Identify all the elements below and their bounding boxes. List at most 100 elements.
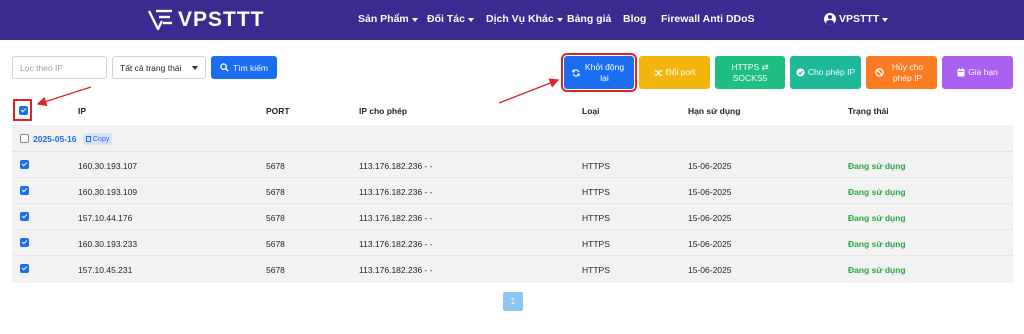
chevron-down-icon	[556, 18, 563, 22]
status-badge: Đang sử dụng	[848, 187, 906, 197]
shuffle-icon	[654, 69, 663, 76]
status-badge: Đang sử dụng	[848, 265, 906, 275]
cell-ip: 160.30.193.107	[78, 161, 138, 171]
cell-type: HTTPS	[582, 187, 610, 197]
check-circle-icon	[796, 68, 805, 77]
row-checkbox[interactable]	[20, 160, 29, 169]
logo-text: VPSTTT	[178, 8, 265, 31]
cell-expiry: 15-06-2025	[688, 161, 732, 171]
cell-port: 5678	[266, 187, 285, 197]
cell-allowed-ip: 113.176.182.236 - -	[359, 239, 433, 249]
search-button-label: Tìm kiếm	[233, 62, 268, 73]
cell-port: 5678	[266, 239, 285, 249]
change-port-button-label: Đổi port	[665, 67, 696, 77]
nav-item-label: Đối Tác	[427, 13, 465, 25]
annotation-arrow-select-all	[36, 86, 92, 107]
table-row[interactable]: 157.10.44.176 5678 113.176.182.236 - - H…	[12, 204, 1013, 230]
chevron-down-icon	[411, 18, 418, 22]
search-button[interactable]: Tìm kiếm	[211, 56, 277, 79]
renew-button-label: Gia hạn	[968, 67, 998, 77]
status-select-value: Tất cả trạng thái	[120, 62, 182, 73]
row-checkbox[interactable]	[20, 238, 29, 247]
ip-filter-input[interactable]	[12, 56, 107, 79]
cancel-allow-ip-button-label: Hủy cho phép IP	[891, 61, 924, 83]
cell-expiry: 15-06-2025	[688, 213, 732, 223]
nav-item-pricing[interactable]: Bảng giá	[567, 13, 611, 25]
cell-port: 5678	[266, 213, 285, 223]
column-header-expiry[interactable]: Hạn sử dụng	[688, 106, 740, 116]
nav-item-label: Bảng giá	[567, 13, 612, 25]
column-header-ip[interactable]: IP	[78, 106, 86, 116]
change-port-button[interactable]: Đổi port	[639, 56, 710, 89]
calendar-icon	[957, 68, 965, 77]
chevron-down-icon	[467, 18, 474, 22]
date-group-row: 2025-05-16 Copy	[12, 125, 1013, 152]
cell-allowed-ip: 113.176.182.236 - -	[359, 161, 433, 171]
status-filter-select[interactable]: Tất cả trạng thái	[112, 56, 206, 79]
cancel-allow-ip-button[interactable]: Hủy cho phép IP	[866, 56, 937, 89]
select-all-checkbox[interactable]	[19, 106, 28, 115]
nav-item-label: Firewall Anti DDoS	[661, 13, 755, 25]
column-header-type[interactable]: Loại	[582, 106, 599, 116]
nav-item-blog[interactable]: Blog	[623, 13, 646, 25]
nav-item-firewall[interactable]: Firewall Anti DDoS	[661, 13, 755, 25]
cell-allowed-ip: 113.176.182.236 - -	[359, 187, 433, 197]
nav-item-other-services[interactable]: Dịch Vụ Khác	[486, 13, 563, 25]
cell-ip: 157.10.44.176	[78, 213, 133, 223]
group-checkbox[interactable]	[20, 134, 29, 143]
nav-item-label: Sản Phẩm	[358, 13, 409, 25]
cell-type: HTTPS	[582, 265, 610, 275]
copy-icon	[86, 136, 91, 142]
status-badge: Đang sử dụng	[848, 213, 906, 223]
user-menu[interactable]: VPSTTT	[824, 13, 889, 25]
copy-button[interactable]: Copy	[83, 133, 113, 145]
cell-type: HTTPS	[582, 239, 610, 249]
table-row[interactable]: 157.10.45.231 5678 113.176.182.236 - - H…	[12, 256, 1013, 282]
cell-expiry: 15-06-2025	[688, 187, 732, 197]
https-socks-button-label: HTTPS ⇄ SOCKS5	[731, 61, 769, 83]
table-row[interactable]: 160.30.193.233 5678 113.176.182.236 - - …	[12, 230, 1013, 256]
cell-ip: 160.30.193.233	[78, 239, 138, 249]
logo-icon	[148, 9, 172, 31]
group-date: 2025-05-16	[33, 134, 77, 144]
nav-item-products[interactable]: Sản Phẩm	[358, 13, 418, 25]
cell-allowed-ip: 113.176.182.236 - -	[359, 213, 433, 223]
cell-allowed-ip: 113.176.182.236 - -	[359, 265, 433, 275]
cell-port: 5678	[266, 161, 285, 171]
copy-button-label: Copy	[93, 135, 110, 143]
cell-ip: 157.10.45.231	[78, 265, 133, 275]
user-circle-icon	[824, 13, 836, 25]
status-badge: Đang sử dụng	[848, 161, 906, 171]
allow-ip-button[interactable]: Cho phép IP	[790, 56, 861, 89]
search-icon	[220, 63, 229, 72]
pagination-page-1[interactable]: 1	[503, 292, 523, 311]
chevron-down-icon	[882, 18, 889, 22]
nav-item-label: Dịch Vụ Khác	[486, 13, 554, 25]
refresh-icon	[571, 68, 580, 77]
renew-button[interactable]: Gia hạn	[942, 56, 1013, 89]
proxy-table-body: 2025-05-16 Copy 160.30.193.107 5678 113.…	[12, 125, 1013, 283]
annotation-arrow-restart	[498, 78, 560, 104]
row-checkbox[interactable]	[20, 186, 29, 195]
allow-ip-button-label: Cho phép IP	[807, 67, 856, 77]
column-header-status[interactable]: Trạng thái	[848, 106, 889, 116]
top-navbar: VPSTTT Sản Phẩm Đối Tác Dịch Vụ Khác Bản…	[0, 0, 1024, 40]
nav-item-partners[interactable]: Đối Tác	[427, 13, 474, 25]
chevron-down-icon	[192, 65, 198, 70]
user-name: VPSTTT	[839, 13, 880, 25]
row-checkbox[interactable]	[20, 212, 29, 221]
cell-port: 5678	[266, 265, 285, 275]
cell-ip: 160.30.193.109	[78, 187, 138, 197]
restart-button-label: Khởi động lại	[584, 61, 625, 83]
row-checkbox[interactable]	[20, 264, 29, 273]
column-header-allowed-ip[interactable]: IP cho phép	[359, 106, 407, 116]
column-header-port[interactable]: PORT	[266, 106, 290, 116]
restart-button[interactable]: Khởi động lại	[561, 53, 637, 92]
nav-item-label: Blog	[623, 13, 647, 25]
table-row[interactable]: 160.30.193.109 5678 113.176.182.236 - - …	[12, 178, 1013, 204]
https-socks-switch-button[interactable]: HTTPS ⇄ SOCKS5	[715, 56, 785, 89]
status-badge: Đang sử dụng	[848, 239, 906, 249]
table-row[interactable]: 160.30.193.107 5678 113.176.182.236 - - …	[12, 152, 1013, 178]
ban-icon	[874, 68, 884, 77]
site-logo[interactable]: VPSTTT	[148, 9, 265, 31]
